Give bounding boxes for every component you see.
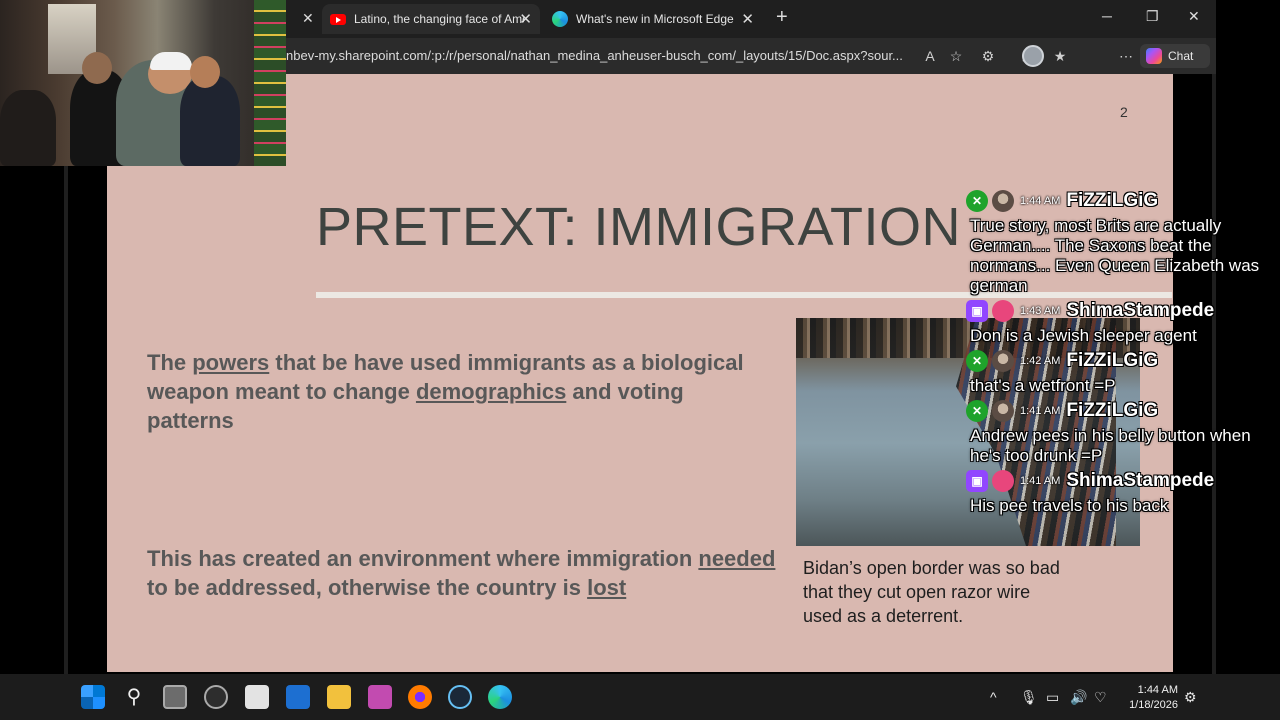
chat-username: ShimaStampede [1066,470,1215,491]
notifications-center-icon[interactable]: ⚙ [1184,689,1197,706]
chat-time: 1:44 AM [1020,195,1061,207]
url-text[interactable]: nbev-my.sharepoint.com/:p:/r/personal/na… [286,48,903,63]
chat-message: ▣ 1:43 AM ShimaStampede Don is a Jewish … [966,296,1280,346]
slide-paragraph-1: The powers that be have used immigrants … [147,348,757,435]
copilot-icon [1146,48,1162,64]
favorites-icon[interactable]: ★ [1050,46,1070,66]
notification-icon[interactable]: ♡ [1094,689,1107,706]
underlined-word: demographics [415,379,567,404]
user-avatar [992,470,1014,492]
minimize-button[interactable]: ─ [1102,8,1112,24]
clock-date: 1/18/2026 [1129,699,1178,711]
underlined-word: needed [698,546,776,571]
text-run: to be addressed, otherwise the country i… [147,575,588,600]
chat-time: 1:41 AM [1020,475,1061,487]
page-number: 2 [1120,104,1128,120]
taskbar: ⚲ ^ 🎙 ▭ 🔊 ♡ 1:44 AM 1/18/2026 ⚙ [0,674,1280,720]
more-menu-icon[interactable]: ⋯ [1116,46,1136,66]
webcam-person [0,90,56,166]
edge-taskbar-icon[interactable] [488,685,512,709]
app-icon[interactable] [368,685,392,709]
chat-time: 1:42 AM [1020,355,1061,367]
chat-message: ✕ 1:44 AM FiZZiLGiG True story, most Bri… [966,186,1280,296]
copilot-chat-button[interactable]: Chat [1140,44,1210,68]
chat-text: His pee travels to his back [970,496,1169,515]
underlined-word: powers [192,350,270,375]
close-window-button[interactable]: ✕ [1188,8,1200,25]
search-icon[interactable]: ⚲ [122,685,146,709]
task-view-icon[interactable] [163,685,187,709]
twitch-icon: ▣ [966,300,988,322]
chat-message: ✕ 1:42 AM FiZZiLGiG that's a wetfront =P [966,346,1280,396]
edge-icon [552,11,568,27]
screen: ✕ Latino, the changing face of Ameri ✕ W… [0,0,1280,720]
xbox-icon: ✕ [966,400,988,422]
webcam-cap [150,52,192,70]
chat-username: FiZZiLGiG [1066,350,1159,371]
extensions-icon[interactable]: ⚙ [978,46,998,66]
christmas-tree [254,0,286,166]
chat-text: Don is a Jewish sleeper agent [970,326,1197,345]
webcam-overlay [0,0,286,166]
favorite-star-icon[interactable]: ☆ [946,46,966,66]
tray-chevron-icon[interactable]: ^ [990,689,997,705]
slide-paragraph-2: This has created an environment where im… [147,544,787,602]
chat-message: ✕ 1:41 AM FiZZiLGiG Andrew pees in his b… [966,396,1280,466]
firefox-icon[interactable] [408,685,432,709]
user-avatar [992,350,1014,372]
tab-title: What's new in Microsoft Edge [576,12,734,26]
chat-time: 1:41 AM [1020,405,1061,417]
maximize-button[interactable]: ❐ [1146,8,1159,25]
chat-text: that's a wetfront =P [970,376,1116,395]
clock[interactable]: 1:44 AM 1/18/2026 [1120,683,1178,713]
text-run: This has created an environment where im… [147,546,699,571]
microphone-icon[interactable]: 🎙 [1020,689,1038,706]
chat-message: ▣ 1:41 AM ShimaStampede His pee travels … [966,466,1280,516]
volume-icon[interactable]: 🔊 [1070,689,1087,706]
webcam-head [190,56,220,88]
user-avatar [992,300,1014,322]
start-windows-icon[interactable] [81,685,105,709]
chat-label: Chat [1168,49,1194,63]
slide-title: PRETEXT: IMMIGRATION [316,197,962,257]
chat-username: ShimaStampede [1066,300,1215,321]
text-run: The [147,350,193,375]
read-aloud-icon[interactable]: A [920,46,940,66]
xbox-icon: ✕ [966,190,988,212]
user-avatar [992,400,1014,422]
close-tab-icon[interactable]: ✕ [741,10,754,28]
webcam-head [82,52,112,84]
chat-username: FiZZiLGiG [1066,400,1159,421]
clock-time: 1:44 AM [1137,684,1178,696]
twitch-icon: ▣ [966,470,988,492]
photo-caption: Bidan’s open border was so bad that they… [803,558,1060,626]
webcam-person [180,76,240,166]
close-tab-icon[interactable]: ✕ [519,10,532,28]
network-icon[interactable]: ▭ [1046,689,1059,706]
tab-youtube[interactable]: Latino, the changing face of Ameri ✕ [322,4,540,34]
file-explorer-icon[interactable] [327,685,351,709]
chat-text: True story, most Brits are actually Germ… [970,216,1260,295]
stream-chat-overlay: ✕ 1:44 AM FiZZiLGiG True story, most Bri… [966,186,1280,516]
xbox-icon: ✕ [966,350,988,372]
snipping-tool-icon[interactable] [245,685,269,709]
youtube-icon [330,13,346,25]
profile-avatar[interactable] [1022,45,1044,67]
close-tab-icon[interactable]: ✕ [302,10,314,27]
tab-title: Latino, the changing face of Ameri [354,12,524,26]
chat-username: FiZZiLGiG [1066,190,1159,211]
chat-text: Andrew pees in his belly button when he'… [970,426,1251,465]
steam-icon[interactable] [448,685,472,709]
widgets-icon[interactable] [204,685,228,709]
underlined-word: lost [587,575,627,600]
mail-icon[interactable] [286,685,310,709]
user-avatar [992,190,1014,212]
new-tab-button[interactable]: + [776,6,788,29]
chat-time: 1:43 AM [1020,305,1061,317]
tab-edge-whats-new[interactable]: What's new in Microsoft Edge ✕ [544,4,762,34]
